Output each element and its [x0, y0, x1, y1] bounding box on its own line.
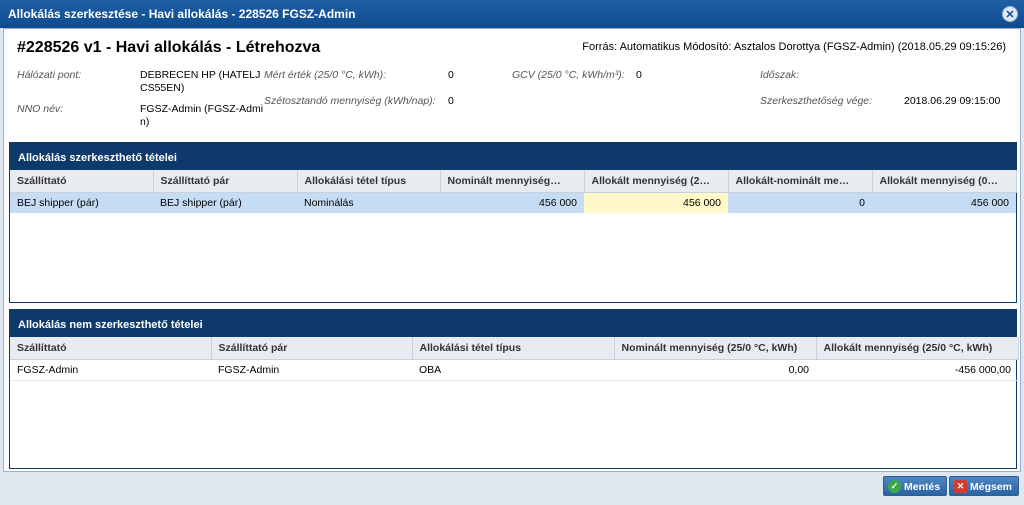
nno-value-line2: n) — [140, 116, 150, 128]
table-row[interactable]: BEJ shipper (pár) BEJ shipper (pár) Nomi… — [10, 192, 1016, 213]
cancel-button-label: Mégsem — [970, 481, 1013, 493]
column-header-nominated-qty[interactable]: Nominált mennyiség (25/0 °C, kWh) — [614, 337, 817, 360]
close-icon[interactable]: ✕ — [1002, 6, 1018, 22]
measured-label: Mért érték (25/0 °C, kWh): — [264, 69, 387, 81]
editable-panel-title: Allokálás szerkeszthető tételei — [10, 143, 1016, 170]
noneditable-items-panel: Allokálás nem szerkeszthető tételei Szál… — [9, 309, 1019, 469]
network-point-label: Hálózati pont: — [17, 69, 82, 81]
cell-nominated-qty: 0,00 — [614, 359, 816, 381]
column-header-allocated-qty[interactable]: Allokált mennyiség (2… — [584, 170, 729, 193]
check-icon: ✓ — [888, 480, 901, 493]
dialog-content: #228526 v1 - Havi allokálás - Létrehozva… — [3, 28, 1021, 472]
distributable-label: Szétosztandó mennyiség (kWh/nap): — [264, 95, 436, 107]
cell-allocated-qty-editable[interactable]: 456 000 — [584, 192, 728, 213]
column-header-item-type[interactable]: Allokálási tétel típus — [412, 337, 615, 360]
column-header-shipper[interactable]: Szállíttató — [10, 337, 212, 360]
noneditable-panel-title: Allokálás nem szerkeszthető tételei — [10, 310, 1016, 337]
gcv-label: GCV (25/0 °C, kWh/m³): — [512, 69, 625, 81]
cell-shipper: BEJ shipper (pár) — [10, 192, 153, 213]
cell-shipper-pair: FGSZ-Admin — [211, 359, 412, 381]
table-row[interactable]: FGSZ-Admin FGSZ-Admin OBA 0,00 -456 000,… — [10, 359, 1018, 381]
network-point-value-line2: CS55EN) — [140, 82, 185, 94]
distributable-value: 0 — [448, 95, 454, 107]
measured-value: 0 — [448, 69, 454, 81]
editable-items-panel: Allokálás szerkeszthető tételei Szállítt… — [9, 142, 1017, 303]
dialog-footer: ✓ Mentés ✕ Mégsem — [0, 472, 1024, 505]
nno-label: NNO név: — [17, 103, 64, 115]
column-header-shipper[interactable]: Szállíttató — [10, 170, 154, 193]
save-button-label: Mentés — [904, 481, 941, 493]
period-label: Időszak: — [760, 69, 800, 81]
window-title: Allokálás szerkesztése - Havi allokálás … — [8, 7, 356, 21]
edit-end-label: Szerkeszthetőség vége: — [760, 95, 873, 107]
column-header-allocated-minus-nominated[interactable]: Allokált-nominált me… — [728, 170, 873, 193]
column-header-allocated-qty[interactable]: Allokált mennyiség (25/0 °C, kWh) — [816, 337, 1019, 360]
cell-shipper: FGSZ-Admin — [10, 359, 211, 381]
source-info: Forrás: Automatikus Módosító: Asztalos D… — [582, 41, 1006, 53]
cell-shipper-pair: BEJ shipper (pár) — [153, 192, 297, 213]
page-title: #228526 v1 - Havi allokálás - Létrehozva — [17, 39, 321, 56]
network-point-value-line1: DEBRECEN HP (HATELJ — [140, 69, 261, 81]
cell-allocated-qty-0: 456 000 — [872, 192, 1016, 213]
nno-value-line1: FGSZ-Admin (FGSZ-Admi — [140, 103, 264, 115]
x-icon: ✕ — [954, 480, 967, 493]
gcv-value: 0 — [636, 69, 642, 81]
noneditable-items-table: Szállíttató Szállíttató pár Allokálási t… — [10, 337, 1019, 381]
cell-item-type: OBA — [412, 359, 614, 381]
cell-item-type: Nominálás — [297, 192, 440, 213]
cell-nominated-qty: 456 000 — [440, 192, 584, 213]
column-header-nominated-qty[interactable]: Nominált mennyiség… — [440, 170, 585, 193]
save-button[interactable]: ✓ Mentés — [883, 476, 948, 496]
editable-items-table: Szállíttató Szállíttató pár Allokálási t… — [10, 170, 1017, 213]
cancel-button[interactable]: ✕ Mégsem — [949, 476, 1020, 496]
column-header-allocated-qty-0[interactable]: Allokált mennyiség (0… — [872, 170, 1017, 193]
column-header-item-type[interactable]: Allokálási tétel típus — [297, 170, 441, 193]
cell-allocated-minus-nominated: 0 — [728, 192, 872, 213]
column-header-shipper-pair[interactable]: Szállíttató pár — [153, 170, 298, 193]
edit-end-value: 2018.06.29 09:15:00 — [904, 95, 1001, 107]
column-header-shipper-pair[interactable]: Szállíttató pár — [211, 337, 413, 360]
cell-allocated-qty: -456 000,00 — [816, 359, 1018, 381]
window-titlebar: Allokálás szerkesztése - Havi allokálás … — [0, 0, 1024, 28]
